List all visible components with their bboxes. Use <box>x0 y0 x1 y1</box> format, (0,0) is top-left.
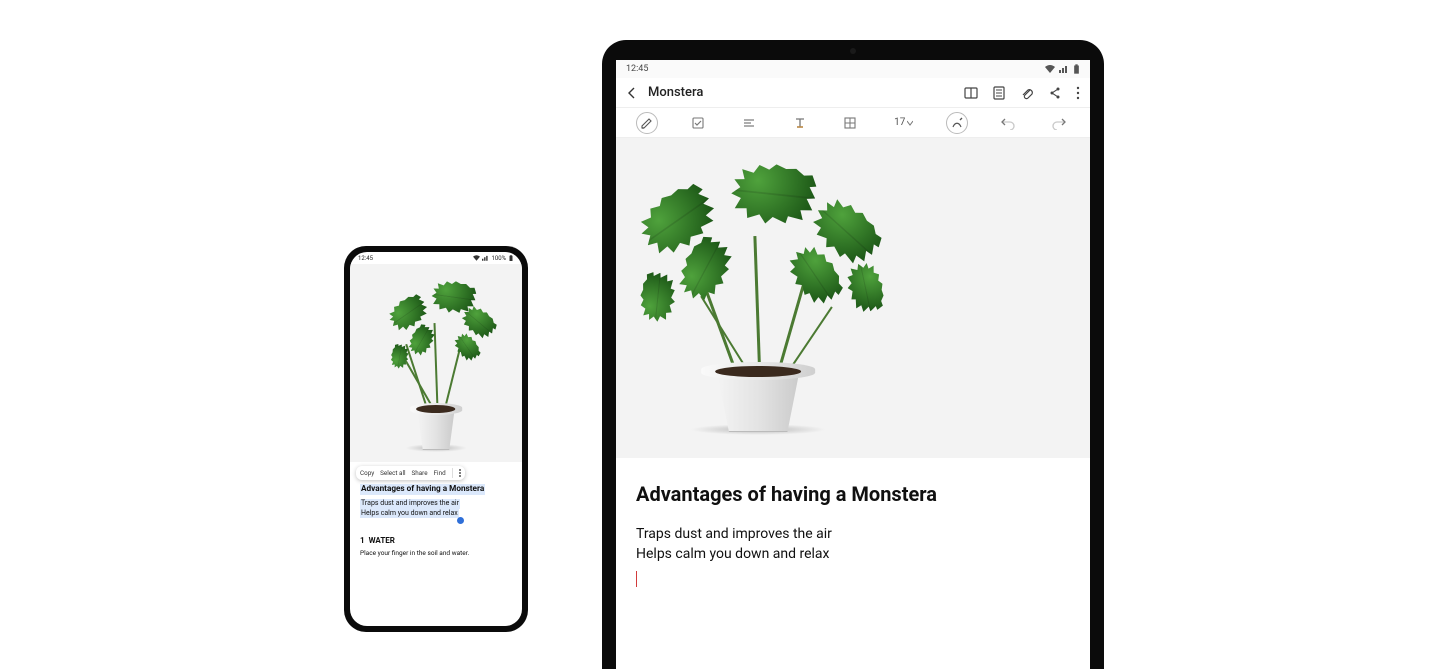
status-time: 12:45 <box>626 64 648 74</box>
phone-note-body[interactable]: Advantages of having a Monstera Traps du… <box>350 482 522 558</box>
undo-icon[interactable] <box>997 112 1019 134</box>
share-icon[interactable] <box>1048 86 1062 100</box>
more-icon[interactable] <box>1076 86 1080 100</box>
tablet-note-body[interactable]: Advantages of having a Monstera Traps du… <box>616 138 1090 669</box>
font-size-dropdown[interactable]: 17 <box>890 112 917 134</box>
note-title: Monstera <box>648 85 954 100</box>
context-share[interactable]: Share <box>412 469 428 477</box>
text-selection-context-menu: Copy Select all Share Find <box>356 466 465 480</box>
section-head: WATER <box>369 536 395 545</box>
section-number: 1 <box>360 536 365 545</box>
tablet-note-text[interactable]: Advantages of having a Monstera Traps du… <box>616 458 1090 591</box>
reading-mode-icon[interactable] <box>964 86 978 100</box>
selected-line-1[interactable]: Traps dust and improves the air <box>360 499 460 508</box>
checkbox-tool-icon[interactable] <box>687 112 709 134</box>
text-format-tool-icon[interactable] <box>789 112 811 134</box>
table-tool-icon[interactable] <box>839 112 861 134</box>
selection-handle-end[interactable] <box>457 517 464 524</box>
context-copy[interactable]: Copy <box>360 469 374 477</box>
page-template-icon[interactable] <box>992 86 1006 100</box>
back-icon[interactable] <box>626 87 638 99</box>
phone-note-image <box>350 264 522 462</box>
tablet-app-bar: Monstera <box>616 78 1090 108</box>
divider <box>452 468 453 478</box>
chevron-down-icon <box>907 120 913 126</box>
section-body: Place your finger in the soil and water. <box>360 549 512 558</box>
note-line-1[interactable]: Traps dust and improves the air <box>636 524 1070 544</box>
align-tool-icon[interactable] <box>738 112 760 134</box>
phone-status-bar: 12:45 100% <box>350 252 522 264</box>
tablet-note-image <box>616 138 1090 458</box>
stylus-tool-icon[interactable] <box>946 112 968 134</box>
tablet-screen: 12:45 Monstera <box>616 60 1090 669</box>
text-cursor <box>636 571 637 587</box>
phone-device-frame: 12:45 100% <box>344 246 528 632</box>
battery-icon <box>1073 64 1080 74</box>
wifi-icon <box>473 255 480 261</box>
signal-icon <box>1059 65 1069 73</box>
selected-title[interactable]: Advantages of having a Monstera <box>360 484 485 495</box>
battery-icon <box>508 255 514 261</box>
context-find[interactable]: Find <box>434 469 446 477</box>
plant-pot <box>410 403 462 451</box>
font-size-value: 17 <box>894 117 905 128</box>
wifi-icon <box>1045 65 1055 73</box>
context-select-all[interactable]: Select all <box>380 469 405 477</box>
status-time: 12:45 <box>358 255 373 262</box>
selected-line-2[interactable]: Helps calm you down and relax <box>360 509 459 518</box>
phone-screen: 12:45 100% <box>350 252 522 626</box>
note-line-2[interactable]: Helps calm you down and relax <box>636 544 1070 564</box>
tablet-device-frame: 12:45 Monstera <box>602 40 1104 669</box>
status-right: 100% <box>473 255 514 262</box>
signal-icon <box>482 255 489 261</box>
redo-icon[interactable] <box>1048 112 1070 134</box>
phone-note-section: 1 WATER Place your finger in the soil and… <box>360 536 512 558</box>
tablet-status-bar: 12:45 <box>616 60 1090 78</box>
note-heading[interactable]: Advantages of having a Monstera <box>636 482 1070 506</box>
context-more-icon[interactable] <box>459 469 461 477</box>
attach-icon[interactable] <box>1020 86 1034 100</box>
pen-tool-icon[interactable] <box>636 112 658 134</box>
battery-percent: 100% <box>491 255 506 262</box>
tablet-formatting-toolbar: 17 <box>616 108 1090 138</box>
plant-pot <box>701 362 815 432</box>
